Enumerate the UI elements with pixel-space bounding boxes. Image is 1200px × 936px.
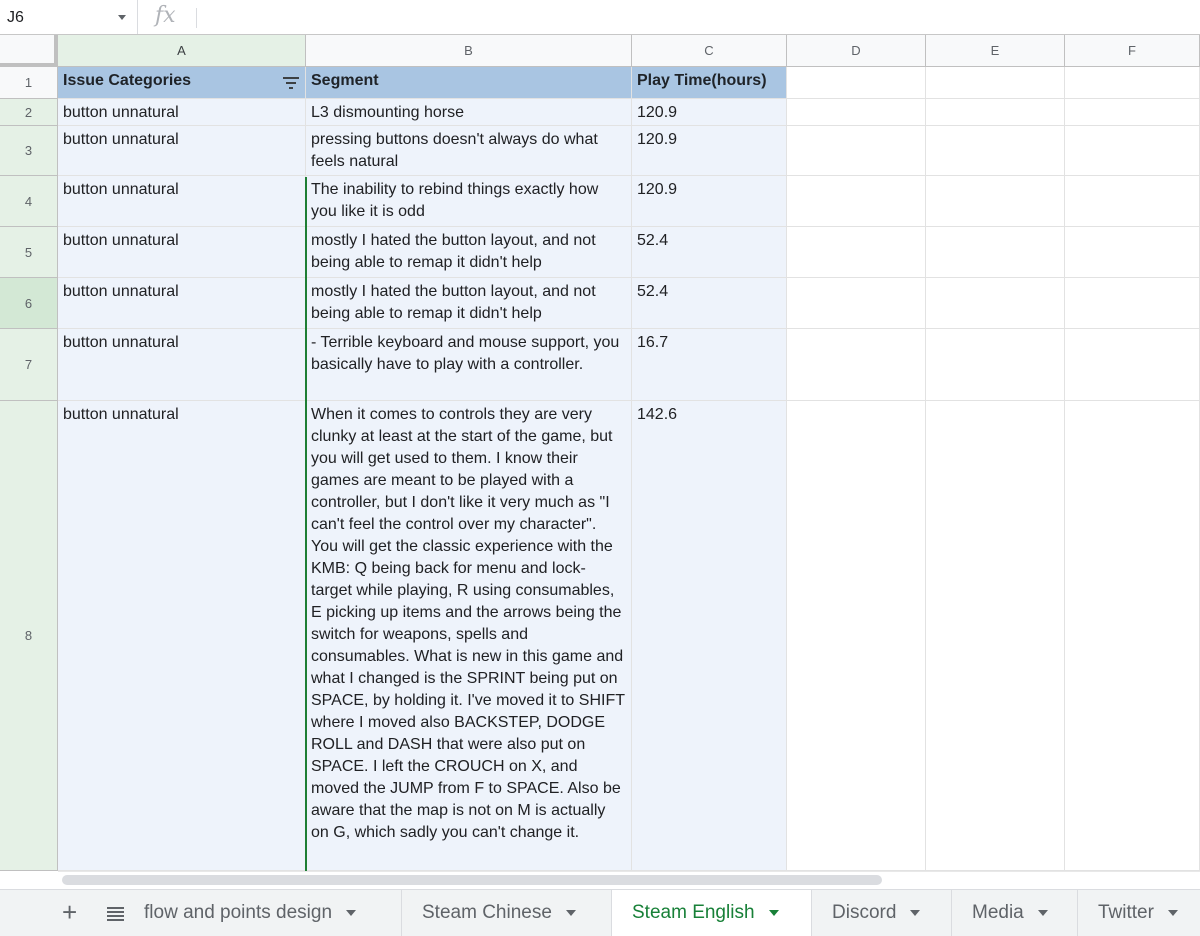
plus-icon[interactable]: +	[62, 898, 77, 926]
cell-d2[interactable]	[787, 99, 926, 126]
chevron-down-icon[interactable]	[118, 15, 126, 20]
cell-c3[interactable]: 120.9	[632, 126, 787, 176]
name-box[interactable]: J6	[0, 0, 138, 34]
caret-down-icon[interactable]	[1037, 909, 1048, 916]
cell-e5[interactable]	[926, 227, 1065, 278]
all-sheets-menu-icon[interactable]	[107, 907, 124, 921]
formula-divider	[196, 8, 197, 28]
cell-b5[interactable]: mostly I hated the button layout, and no…	[306, 227, 632, 278]
spreadsheet-grid: A B C D E F 1 Issue Categories Segment Play…	[0, 35, 1200, 871]
cell-e8[interactable]	[926, 401, 1065, 871]
cell-c5[interactable]: 52.4	[632, 227, 787, 278]
cell-f8[interactable]	[1065, 401, 1200, 871]
cell-f7[interactable]	[1065, 329, 1200, 401]
cell-f1[interactable]	[1065, 67, 1200, 99]
row-header-1[interactable]: 1	[0, 67, 58, 99]
row-header-3[interactable]: 3	[0, 126, 58, 176]
scrollbar-thumb[interactable]	[62, 875, 882, 885]
cell-e2[interactable]	[926, 99, 1065, 126]
cell-a3[interactable]: button unnatural	[58, 126, 306, 176]
cell-a5[interactable]: button unnatural	[58, 227, 306, 278]
row-header-8[interactable]: 8	[0, 401, 58, 871]
cell-c4[interactable]: 120.9	[632, 176, 787, 227]
sheet-tab-bar: + flow and points design Steam Chinese Ste…	[0, 889, 1200, 936]
cell-c8[interactable]: 142.6	[632, 401, 787, 871]
cell-b7[interactable]: - Terrible keyboard and mouse support, y…	[306, 329, 632, 401]
cell-d6[interactable]	[787, 278, 926, 329]
header-cell-c[interactable]: Play Time(hours)	[632, 67, 787, 99]
cell-e4[interactable]	[926, 176, 1065, 227]
cell-e3[interactable]	[926, 126, 1065, 176]
caret-down-icon[interactable]	[1167, 909, 1178, 916]
cell-c6[interactable]: 52.4	[632, 278, 787, 329]
column-header-b[interactable]: B	[306, 35, 632, 67]
cell-b6[interactable]: mostly I hated the button layout, and no…	[306, 278, 632, 329]
formula-bar: J6 fx	[0, 0, 1200, 35]
row-header-2[interactable]: 2	[0, 99, 58, 126]
row-header-6[interactable]: 6	[0, 278, 58, 329]
sheet-tab-flow-and-points-design[interactable]: flow and points design	[144, 890, 402, 936]
cell-e1[interactable]	[926, 67, 1065, 99]
cell-f5[interactable]	[1065, 227, 1200, 278]
cell-a7[interactable]: button unnatural	[58, 329, 306, 401]
cell-a2[interactable]: button unnatural	[58, 99, 306, 126]
cell-reference: J6	[7, 9, 24, 26]
sheet-tab-label: Steam English	[632, 902, 755, 923]
cell-d5[interactable]	[787, 227, 926, 278]
sheet-tab-steam-english[interactable]: Steam English	[612, 890, 812, 936]
cell-a4[interactable]: button unnatural	[58, 176, 306, 227]
caret-down-icon[interactable]	[565, 909, 576, 916]
cell-f6[interactable]	[1065, 278, 1200, 329]
selection-border	[305, 177, 307, 871]
cell-b8[interactable]: When it comes to controls they are very …	[306, 401, 632, 871]
row-header-4[interactable]: 4	[0, 176, 58, 227]
column-header-a[interactable]: A	[58, 35, 306, 67]
cell-e6[interactable]	[926, 278, 1065, 329]
sheet-tab-label: Media	[972, 902, 1024, 923]
sheet-tab-label: Steam Chinese	[422, 902, 552, 923]
sheet-tab-label: Discord	[832, 902, 897, 923]
sheet-tab-twitter[interactable]: Twitter	[1078, 890, 1200, 936]
column-header-f[interactable]: F	[1065, 35, 1200, 67]
cell-c7[interactable]: 16.7	[632, 329, 787, 401]
caret-down-icon[interactable]	[910, 909, 921, 916]
cell-f3[interactable]	[1065, 126, 1200, 176]
select-all-corner[interactable]	[0, 35, 58, 67]
sheet-tab-steam-chinese[interactable]: Steam Chinese	[402, 890, 612, 936]
row-header-7[interactable]: 7	[0, 329, 58, 401]
column-header-c[interactable]: C	[632, 35, 787, 67]
cell-f2[interactable]	[1065, 99, 1200, 126]
header-cell-b[interactable]: Segment	[306, 67, 632, 99]
cell-c2[interactable]: 120.9	[632, 99, 787, 126]
cell-f4[interactable]	[1065, 176, 1200, 227]
cell-d4[interactable]	[787, 176, 926, 227]
filter-icon[interactable]	[283, 77, 299, 89]
sheet-tab-label: Twitter	[1098, 902, 1154, 923]
row-header-5[interactable]: 5	[0, 227, 58, 278]
cell-d1[interactable]	[787, 67, 926, 99]
header-cell-a[interactable]: Issue Categories	[58, 67, 306, 99]
sheet-tab-media[interactable]: Media	[952, 890, 1078, 936]
sheet-tab-label: flow and points design	[144, 902, 333, 923]
fx-icon: fx	[155, 3, 176, 28]
cell-d3[interactable]	[787, 126, 926, 176]
cell-e7[interactable]	[926, 329, 1065, 401]
cell-a8[interactable]: button unnatural	[58, 401, 306, 871]
cell-b4[interactable]: The inability to rebind things exactly h…	[306, 176, 632, 227]
cell-d7[interactable]	[787, 329, 926, 401]
caret-down-icon[interactable]	[768, 909, 779, 916]
sheet-tab-discord[interactable]: Discord	[812, 890, 952, 936]
caret-down-icon[interactable]	[346, 909, 357, 916]
cell-a6[interactable]: button unnatural	[58, 278, 306, 329]
column-header-d[interactable]: D	[787, 35, 926, 67]
column-header-e[interactable]: E	[926, 35, 1065, 67]
cell-b3[interactable]: pressing buttons doesn't always do what …	[306, 126, 632, 176]
formula-input[interactable]	[205, 8, 1185, 28]
cell-b2[interactable]: L3 dismounting horse	[306, 99, 632, 126]
cell-d8[interactable]	[787, 401, 926, 871]
